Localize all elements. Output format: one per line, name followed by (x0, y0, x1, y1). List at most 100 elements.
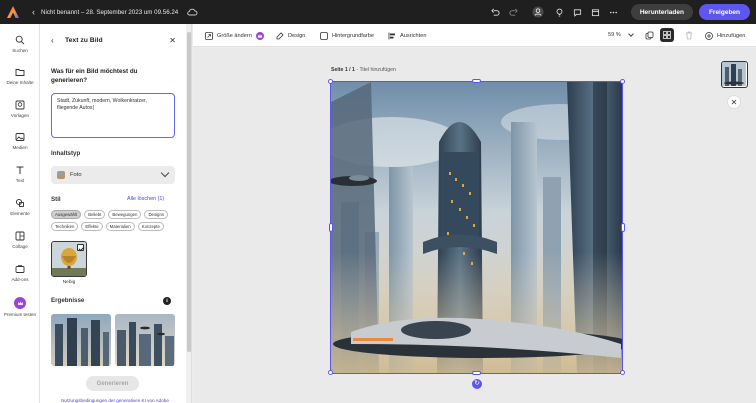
page-title[interactable]: Seite 1 / 1 - Titel hinzufügen (331, 67, 396, 73)
chip-techniques[interactable]: Techniken (51, 222, 79, 231)
page-thumbnail[interactable] (721, 61, 748, 88)
collage-icon (15, 231, 25, 241)
document-title[interactable]: Nicht benannt – 28. September 2023 um 09… (41, 9, 178, 16)
chip-materials[interactable]: Materialien (105, 222, 135, 231)
result-thumbnail-1[interactable] (51, 314, 111, 366)
resize-handle-left[interactable] (329, 223, 333, 232)
lightbulb-icon[interactable] (551, 3, 569, 21)
align-label: Ausrichten (400, 32, 427, 39)
top-bar: ‹ Nicht benannt – 28. September 2023 um … (0, 0, 756, 24)
pages-grid-button[interactable] (660, 28, 674, 42)
resize-handle-right[interactable] (621, 223, 625, 232)
style-label: Stil (51, 196, 61, 203)
page-number: Seite 1 / 1 (331, 67, 355, 73)
panel-close-icon[interactable]: ✕ (169, 36, 176, 45)
chip-movements[interactable]: Bewegungen (108, 210, 142, 219)
checkbox-checked-icon (77, 244, 84, 251)
align-icon (388, 32, 395, 39)
result-thumbnail-2[interactable] (115, 314, 175, 366)
chevron-down-icon (160, 168, 170, 178)
resize-handle-top-left[interactable] (328, 79, 333, 84)
rotate-handle-icon[interactable]: ↻ (472, 379, 482, 389)
undo-icon[interactable] (487, 3, 505, 21)
chip-designs[interactable]: Designs (144, 210, 168, 219)
rail-label: Collage (12, 244, 28, 249)
panel-scrollbar[interactable] (186, 24, 192, 403)
resize-icon (205, 31, 213, 40)
more-options-icon[interactable] (605, 3, 623, 21)
rail-label: Medien (12, 145, 28, 150)
redo-icon[interactable] (505, 3, 523, 21)
canvas-area: Seite 1 / 1 - Titel hinzufügen ↻ ✕ (193, 48, 756, 403)
comment-icon[interactable] (569, 3, 587, 21)
info-icon[interactable]: i (163, 297, 171, 305)
resize-handle-bottom-right[interactable] (620, 370, 625, 375)
chip-selected[interactable]: Ausgewählt (51, 210, 82, 219)
generated-image[interactable] (331, 82, 622, 373)
terms-link[interactable]: Nutzungsbedingungen der generativen KI v… (48, 398, 182, 403)
zoom-chevron-down-icon[interactable] (628, 31, 634, 37)
design-button[interactable]: Design (276, 31, 305, 40)
chip-effects[interactable]: Effekte (81, 222, 103, 231)
panel-title: Text zu Bild (65, 36, 103, 44)
futuristic-city-image (331, 82, 622, 373)
back-arrow-icon[interactable]: ‹ (32, 7, 35, 17)
user-avatar-icon[interactable] (529, 3, 547, 21)
generate-button[interactable]: Generieren (86, 376, 139, 391)
rail-label: Vorlagen (10, 113, 30, 118)
layers-icon[interactable] (645, 31, 654, 40)
rail-item-search[interactable]: Suchen (0, 35, 40, 53)
share-button[interactable]: Freigeben (698, 4, 750, 20)
resize-handle-top[interactable] (472, 79, 481, 83)
design-label: Design (288, 32, 306, 39)
resize-handle-bottom-left[interactable] (328, 370, 333, 375)
rail-label: Premium testen (3, 312, 37, 317)
resize-handle-top-right[interactable] (620, 79, 625, 84)
rail-item-your-content[interactable]: Deine Inhalte (0, 67, 40, 85)
background-color-label: Hintergrundfarbe (332, 32, 374, 39)
chip-popular[interactable]: Beliebt (84, 210, 106, 219)
schedule-icon[interactable] (587, 3, 605, 21)
photo-icon (57, 171, 65, 179)
templates-icon (15, 100, 25, 110)
resize-button[interactable]: Größe ändern (205, 31, 264, 40)
add-button[interactable]: Hinzufügen (705, 31, 745, 40)
rail-label: Add-ons (11, 277, 29, 282)
rail-item-collage[interactable]: Collage (0, 231, 40, 249)
close-icon[interactable]: ✕ (727, 95, 741, 109)
rail-item-templates[interactable]: Vorlagen (0, 100, 40, 118)
cloud-sync-icon (186, 6, 198, 18)
delete-icon[interactable] (685, 31, 693, 40)
resize-handle-bottom[interactable] (472, 371, 481, 375)
download-button[interactable]: Herunterladen (630, 4, 693, 20)
clear-all-link[interactable]: Alle löschen (1) (127, 196, 164, 202)
add-ons-icon (15, 265, 25, 273)
rail-item-add-ons[interactable]: Add-ons (0, 264, 40, 282)
panel-back-icon[interactable]: ‹ (51, 36, 61, 45)
content-type-select[interactable]: Foto (51, 166, 175, 184)
text-icon (16, 166, 24, 174)
zoom-level[interactable]: 59 % (608, 32, 621, 38)
style-filter-chips: Ausgewählt Beliebt Bewegungen Designs Te… (51, 210, 177, 231)
left-icon-rail: Suchen Deine Inhalte Vorlagen Medien Tex… (0, 24, 40, 403)
rail-item-text[interactable]: Text (0, 165, 40, 183)
scrollbar-thumb[interactable] (187, 32, 191, 352)
rail-item-elements[interactable]: Elemente (0, 198, 40, 216)
editor-toolbar: Größe ändern Design Hintergrundfarbe Aus… (193, 24, 756, 47)
text-to-image-panel: ‹ Text zu Bild ✕ Was für ein Bild möchte… (40, 24, 186, 403)
content-type-value: Foto (70, 172, 82, 178)
prompt-input[interactable]: Stadt, Zukunft, modern, Wolkenkratzer, f… (51, 93, 175, 138)
background-color-button[interactable]: Hintergrundfarbe (320, 31, 374, 40)
result-city-image (115, 314, 175, 366)
folder-icon (15, 69, 25, 76)
chip-concepts[interactable]: Konzepte (137, 222, 164, 231)
media-icon (15, 133, 25, 141)
search-icon (15, 35, 25, 45)
align-button[interactable]: Ausrichten (388, 31, 426, 40)
design-icon (276, 31, 284, 39)
rail-item-media[interactable]: Medien (0, 132, 40, 150)
result-city-image (51, 314, 111, 366)
selected-style-thumbnail[interactable] (51, 241, 87, 277)
adobe-express-logo-icon[interactable] (6, 5, 20, 19)
rail-item-premium[interactable]: Premium testen (0, 297, 40, 317)
